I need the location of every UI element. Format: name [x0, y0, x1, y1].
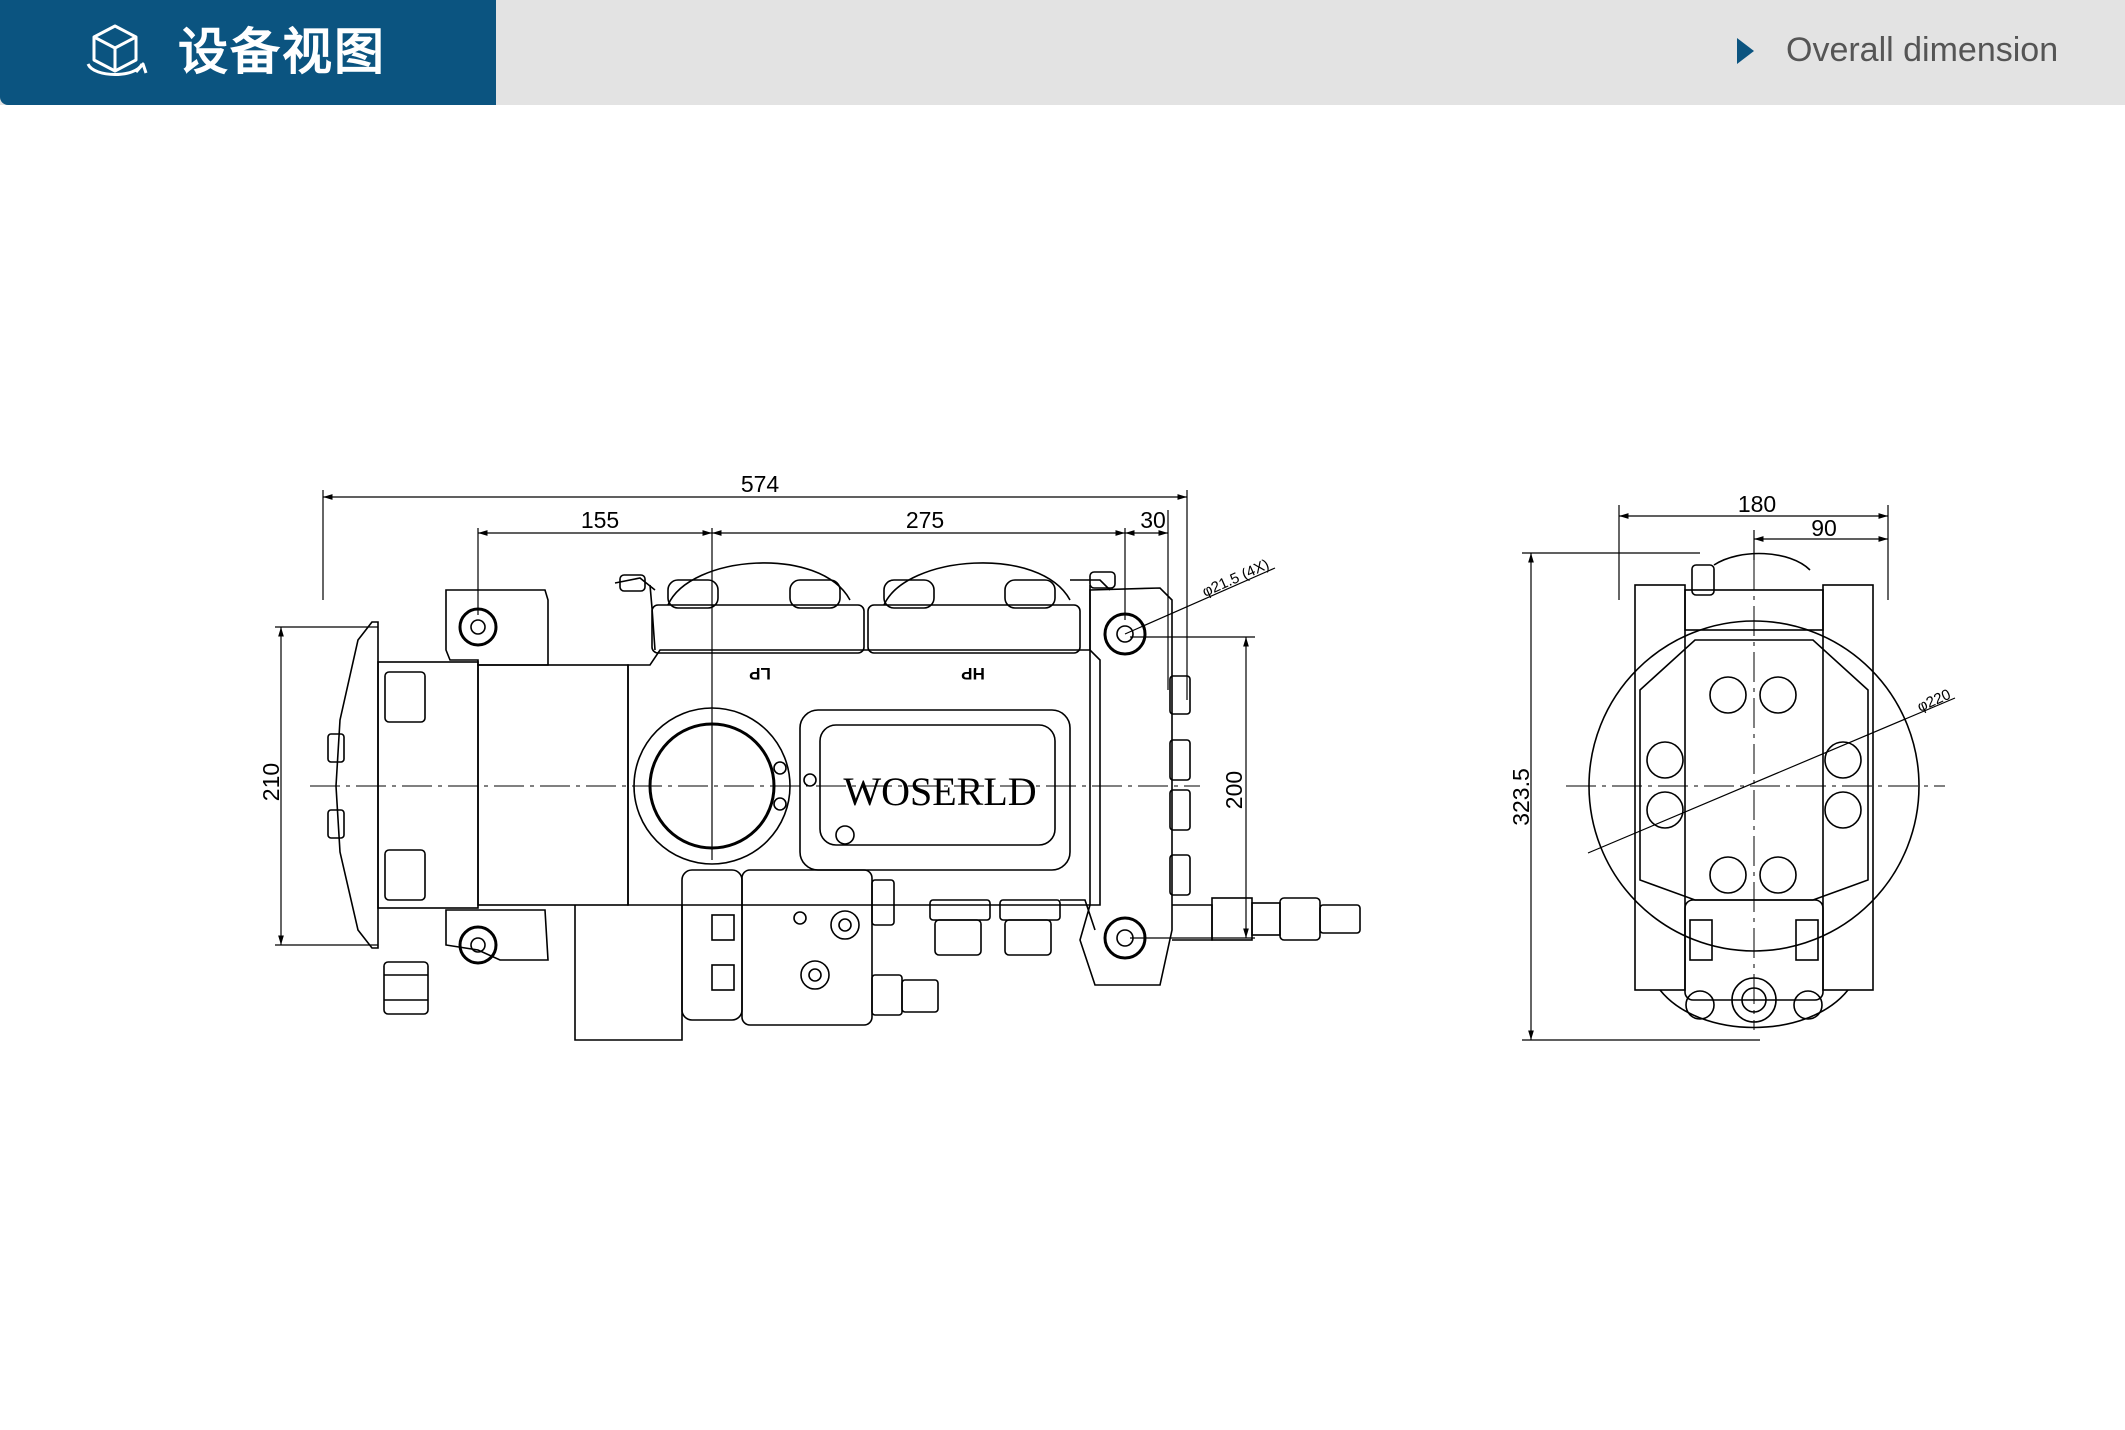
- side-view: [275, 490, 1361, 1041]
- dim-180: 180: [1738, 491, 1776, 517]
- dim-diameter-220: φ220: [1915, 686, 1954, 716]
- brand-label: WOSERLD: [843, 769, 1036, 814]
- dim-210: 210: [258, 763, 284, 801]
- dim-90: 90: [1811, 515, 1837, 541]
- front-view: [1522, 505, 1956, 1041]
- dim-574: 574: [741, 471, 780, 497]
- port-lp-label: LP: [749, 664, 771, 683]
- dim-30: 30: [1140, 507, 1166, 533]
- front-dimension-lines: [1522, 505, 1956, 1041]
- dim-155: 155: [581, 507, 619, 533]
- dim-323-5: 323.5: [1508, 768, 1534, 826]
- dim-200: 200: [1221, 771, 1247, 809]
- port-hp-label: HP: [961, 664, 985, 683]
- technical-drawing: 574 155 275 30 210 200 φ21.5 (4X) WOSERL…: [258, 471, 1956, 1041]
- dim-275: 275: [906, 507, 944, 533]
- hole-callout: φ21.5 (4X): [1200, 556, 1272, 601]
